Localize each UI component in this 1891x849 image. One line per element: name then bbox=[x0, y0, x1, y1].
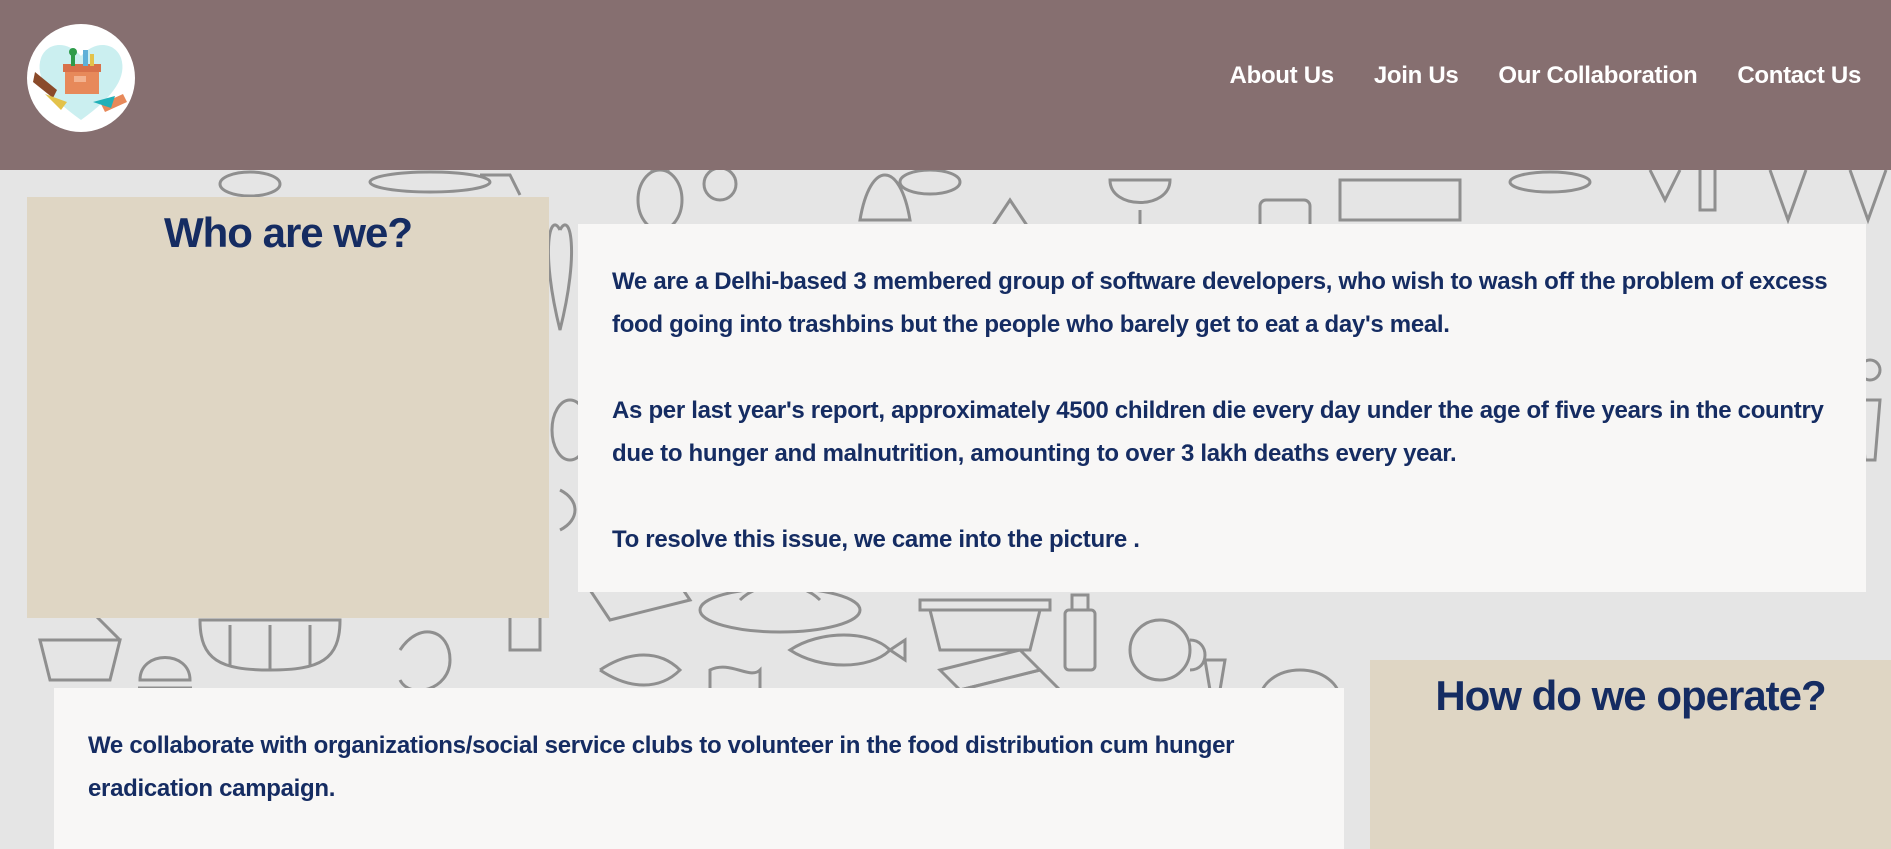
logo[interactable] bbox=[27, 24, 135, 132]
nav-about-us[interactable]: About Us bbox=[1230, 62, 1335, 90]
donation-box-hands-icon bbox=[33, 44, 127, 120]
who-content-card: We are a Delhi-based 3 membered group of… bbox=[578, 224, 1866, 592]
main-nav: About Us Join Us Our Collaboration Conta… bbox=[1230, 62, 1862, 90]
how-paragraph-1: We collaborate with organizations/social… bbox=[88, 732, 1235, 802]
who-heading-card: Who are we? bbox=[27, 197, 549, 618]
nav-join-us[interactable]: Join Us bbox=[1374, 62, 1459, 90]
who-paragraph-2: As per last year's report, approximately… bbox=[612, 397, 1824, 467]
nav-our-collaboration[interactable]: Our Collaboration bbox=[1498, 62, 1697, 90]
who-heading: Who are we? bbox=[163, 209, 413, 256]
how-heading: How do we operate? bbox=[1435, 672, 1826, 719]
nav-contact-us[interactable]: Contact Us bbox=[1737, 62, 1861, 90]
who-paragraph-3: To resolve this issue, we came into the … bbox=[612, 526, 1140, 553]
who-paragraph-1: We are a Delhi-based 3 membered group of… bbox=[612, 268, 1828, 338]
how-heading-card: How do we operate? bbox=[1370, 660, 1891, 849]
how-content-card: We collaborate with organizations/social… bbox=[54, 688, 1344, 849]
site-header: About Us Join Us Our Collaboration Conta… bbox=[0, 0, 1891, 170]
